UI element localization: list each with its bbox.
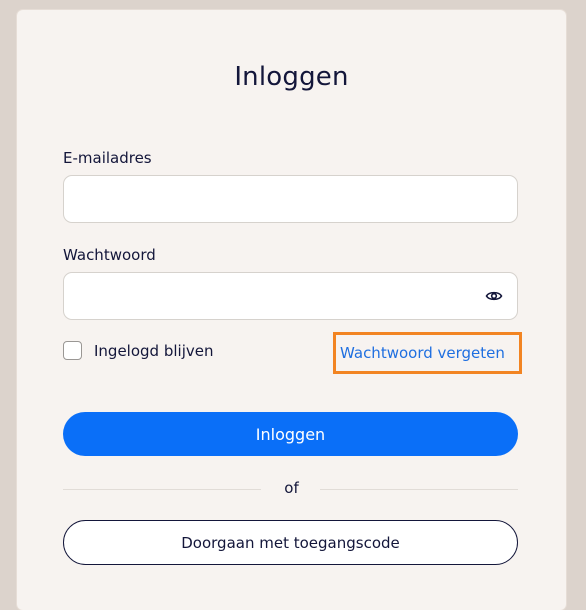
page-title: Inloggen [234,62,349,92]
login-button[interactable]: Inloggen [63,412,518,456]
divider-line-right [320,489,518,490]
password-field[interactable] [63,272,518,320]
checkbox-box[interactable] [63,341,82,360]
access-code-button[interactable]: Doorgaan met toegangscode [63,520,518,565]
remember-me-checkbox[interactable]: Ingelogd blijven [63,341,213,360]
eye-icon[interactable] [485,288,503,304]
login-card: Inloggen E-mailadres Wachtwoord Ingelogd… [17,10,566,610]
divider-text: of [284,479,299,497]
forgot-password-link[interactable]: Wachtwoord vergeten [340,344,505,362]
email-field[interactable] [63,175,518,223]
remember-me-label: Ingelogd blijven [94,341,214,360]
password-label: Wachtwoord [63,246,156,264]
email-label: E-mailadres [63,149,152,167]
